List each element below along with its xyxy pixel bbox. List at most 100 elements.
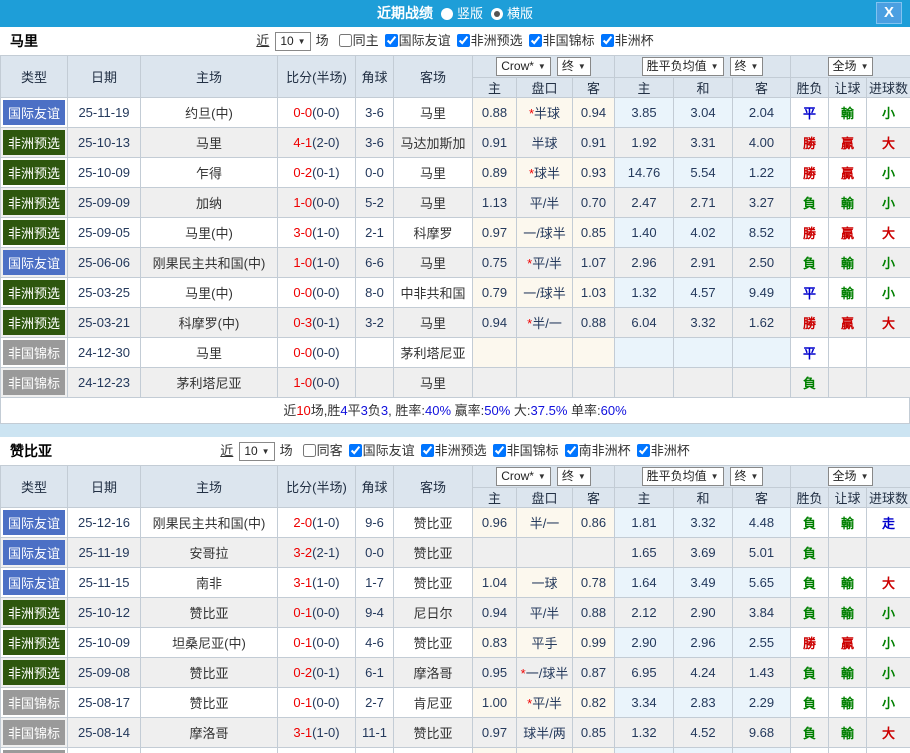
comp-checkbox-1[interactable]	[457, 34, 470, 47]
result-goals: 大	[867, 308, 910, 338]
chevron-down-icon: ▼	[578, 62, 586, 71]
home-team: 茅利塔尼亚	[141, 368, 278, 398]
comp-checkbox-4[interactable]	[637, 444, 650, 457]
sub-header-4: 和	[674, 78, 733, 98]
avg-draw: 3.69	[674, 538, 733, 568]
odds-home: 0.76	[473, 748, 517, 753]
near-link[interactable]: 近	[220, 443, 233, 458]
radio-horizontal-label[interactable]: 横版	[507, 6, 533, 21]
match-count-select[interactable]: 10▼	[239, 442, 274, 461]
avg-home: 1.64	[615, 568, 674, 598]
radio-horizontal[interactable]	[491, 8, 503, 20]
unit-label: 场	[280, 443, 293, 458]
avg-home	[615, 338, 674, 368]
sub-header-4: 和	[674, 488, 733, 508]
sub-header-6: 胜负	[791, 488, 829, 508]
chevron-down-icon: ▼	[578, 472, 586, 481]
result-goals: 大	[867, 128, 910, 158]
odds-company-select[interactable]: Crow*▼	[496, 467, 551, 486]
sub-header-1: 盘口	[517, 78, 573, 98]
odds-final-select-value: 终	[562, 469, 574, 483]
summary-part-15: 60%	[601, 403, 627, 418]
avg-final-select[interactable]: 终▼	[730, 57, 764, 76]
result-goals: 大	[867, 568, 910, 598]
avg-home: 2.12	[615, 598, 674, 628]
col-header-0: 类型	[1, 56, 68, 98]
section-zambia: 赞比亚 近10▼场同客国际友谊非洲预选非国锦标南非洲杯非洲杯 类型日期主场比分(…	[0, 437, 910, 753]
summary-part-5: 3	[361, 403, 368, 418]
scope-select[interactable]: 全场▼	[828, 57, 874, 76]
odds-away: 0.94	[573, 98, 615, 128]
type-badge-label: 非国锦标	[3, 370, 65, 395]
scope-select-value: 全场	[833, 59, 857, 73]
handicap: 半/一	[517, 508, 573, 538]
odds-away	[573, 368, 615, 398]
result-wdl: 平	[791, 98, 829, 128]
star-mark: *	[529, 106, 534, 121]
score: 4-1(2-0)	[278, 128, 356, 158]
same-venue-checkbox[interactable]	[339, 34, 352, 47]
odds-home: 0.88	[473, 98, 517, 128]
match-count-select[interactable]: 10▼	[275, 32, 310, 51]
section-gap	[0, 424, 910, 437]
match-date: 25-12-16	[68, 508, 141, 538]
odds-final-select[interactable]: 终▼	[557, 57, 591, 76]
comp-checkbox-1[interactable]	[421, 444, 434, 457]
table-head: 类型日期主场比分(半场)角球客场Crow*▼终▼胜平负均值▼终▼全场▼主盘口客主…	[1, 466, 910, 508]
odds-group-header: Crow*▼ 终▼	[473, 56, 615, 78]
avg-select[interactable]: 胜平负均值▼	[642, 57, 724, 76]
match-date: 25-03-21	[68, 308, 141, 338]
fulltime-score: 0-0	[293, 105, 312, 120]
odds-final-select[interactable]: 终▼	[557, 467, 591, 486]
team-title: 赞比亚	[10, 437, 52, 465]
corner-score	[356, 368, 394, 398]
summary-part-3: 4	[340, 403, 347, 418]
odds-home: 0.94	[473, 598, 517, 628]
halftime-score: (0-0)	[312, 105, 339, 120]
away-team: 马里	[394, 188, 473, 218]
comp-checkbox-2[interactable]	[529, 34, 542, 47]
radio-vertical[interactable]	[441, 8, 453, 20]
close-icon[interactable]: X	[876, 2, 902, 24]
home-team: 坦桑尼亚(中)	[141, 628, 278, 658]
type-badge-label: 非国锦标	[3, 720, 65, 745]
odds-company-select[interactable]: Crow*▼	[496, 57, 551, 76]
type-badge: 非国锦标	[1, 688, 68, 718]
avg-away: 9.49	[733, 278, 791, 308]
table-row: 国际友谊25-11-15南非3-1(1-0)1-7赞比亚1.04一球0.781.…	[1, 568, 910, 598]
comp-checkbox-3[interactable]	[565, 444, 578, 457]
fulltime-score: 3-0	[293, 225, 312, 240]
home-team: 马里	[141, 128, 278, 158]
avg-select[interactable]: 胜平负均值▼	[642, 467, 724, 486]
comp-checkbox-0[interactable]	[385, 34, 398, 47]
halftime-score: (1-0)	[312, 725, 339, 740]
away-team: 马达加斯加	[394, 128, 473, 158]
comp-checkbox-3[interactable]	[601, 34, 614, 47]
type-badge: 非国锦标	[1, 718, 68, 748]
home-team: 科摩罗(中)	[141, 308, 278, 338]
near-link[interactable]: 近	[256, 33, 269, 48]
chevron-down-icon: ▼	[711, 472, 719, 481]
odds-away: 0.88	[573, 598, 615, 628]
avg-draw: 3.32	[674, 508, 733, 538]
comp-label-1: 非洲预选	[435, 443, 487, 458]
same-venue-checkbox[interactable]	[303, 444, 316, 457]
odds-away: 0.85	[573, 718, 615, 748]
fulltime-score: 3-1	[293, 725, 312, 740]
radio-vertical-label[interactable]: 竖版	[457, 6, 483, 21]
handicap: *平/半	[517, 688, 573, 718]
comp-checkbox-2[interactable]	[493, 444, 506, 457]
result-goals	[867, 368, 910, 398]
avg-final-select[interactable]: 终▼	[730, 467, 764, 486]
score: 3-1(1-0)	[278, 718, 356, 748]
chevron-down-icon: ▼	[751, 62, 759, 71]
sub-header-7: 让球	[829, 78, 867, 98]
scope-select[interactable]: 全场▼	[828, 467, 874, 486]
result-wdl: 負	[791, 538, 829, 568]
sub-header-6: 胜负	[791, 78, 829, 98]
avg-away	[733, 368, 791, 398]
comp-checkbox-0[interactable]	[349, 444, 362, 457]
score: 0-3(0-1)	[278, 308, 356, 338]
halftime-score: (0-0)	[312, 195, 339, 210]
home-team: 赞比亚	[141, 688, 278, 718]
